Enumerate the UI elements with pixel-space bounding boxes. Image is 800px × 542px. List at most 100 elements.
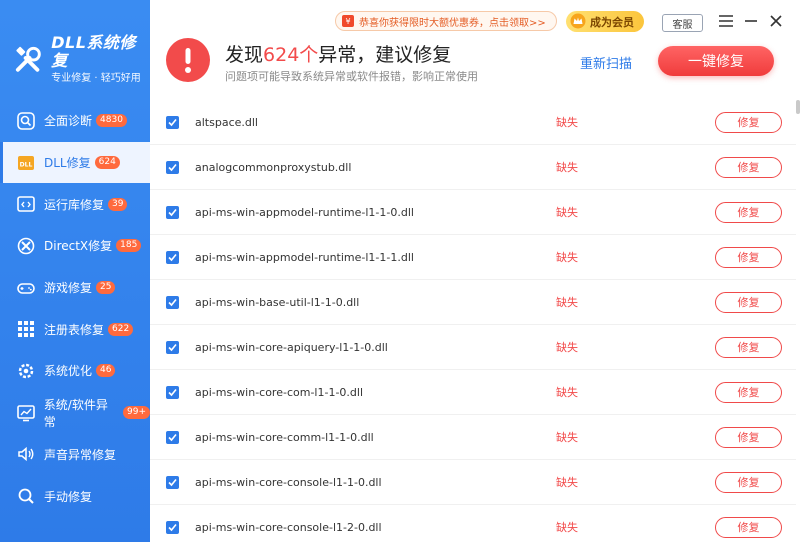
vip-button[interactable]: 成为会员 xyxy=(566,11,644,32)
file-name: api-ms-win-core-comm-l1-1-0.dll xyxy=(195,430,374,444)
count-badge: 4830 xyxy=(96,114,127,128)
file-name: api-ms-win-core-console-l1-1-0.dll xyxy=(195,475,382,489)
checkmark-icon xyxy=(168,433,177,441)
fix-button[interactable]: 修复 xyxy=(715,426,782,448)
scrollbar[interactable] xyxy=(796,100,800,542)
row-checkbox[interactable] xyxy=(166,520,179,534)
red-envelope-icon: ¥ xyxy=(342,15,354,27)
sidebar-item-label: 运行库修复 xyxy=(44,197,105,212)
fix-button[interactable]: 修复 xyxy=(715,291,782,313)
sidebar-item-software-exception[interactable]: 系统/软件异常 99+ xyxy=(0,392,150,434)
menu-icon xyxy=(719,15,733,27)
status-text: 缺失 xyxy=(556,476,578,489)
sidebar-item-label: DLL修复 xyxy=(44,156,91,171)
app-logo: DLL系统修复 专业修复 · 轻巧好用 xyxy=(12,34,150,86)
status-text: 缺失 xyxy=(556,341,578,354)
chart-icon xyxy=(16,403,36,423)
checkmark-icon xyxy=(168,478,177,486)
fix-button[interactable]: 修复 xyxy=(715,246,782,268)
table-row: api-ms-win-core-console-l1-1-0.dll 缺失 修复 xyxy=(150,460,796,505)
fix-button[interactable]: 修复 xyxy=(715,111,782,133)
headline-prefix: 发现 xyxy=(225,44,264,66)
status-text: 缺失 xyxy=(556,431,578,444)
table-row: api-ms-win-core-apiquery-l1-1-0.dll 缺失 修复 xyxy=(150,325,796,370)
file-name: api-ms-win-base-util-l1-1-0.dll xyxy=(195,295,360,309)
gear-icon xyxy=(16,361,36,381)
promo-text: 恭喜你获得限时大额优惠券，点击领取>> xyxy=(359,17,546,29)
sidebar-item-system-optimize[interactable]: 系统优化 46 xyxy=(0,350,150,392)
fix-button[interactable]: 修复 xyxy=(715,156,782,178)
sidebar-item-full-diagnosis[interactable]: 全面诊断 4830 xyxy=(0,100,150,142)
file-name: altspace.dll xyxy=(195,115,258,129)
status-text: 缺失 xyxy=(556,161,578,174)
svg-text:DLL: DLL xyxy=(20,161,33,168)
checkmark-icon xyxy=(168,163,177,171)
file-name: api-ms-win-core-com-l1-1-0.dll xyxy=(195,385,363,399)
speaker-icon xyxy=(16,444,36,464)
page-subtitle: 问题项可能导致系统异常或软件报错，影响正常使用 xyxy=(225,70,478,83)
sidebar-item-game-repair[interactable]: 游戏修复 25 xyxy=(0,267,150,309)
status-text: 缺失 xyxy=(556,521,578,534)
count-badge: 99+ xyxy=(123,406,150,420)
sidebar-item-label: DirectX修复 xyxy=(44,239,113,254)
sidebar-item-sound-repair[interactable]: 声音异常修复 xyxy=(0,434,150,476)
fix-all-button[interactable]: 一键修复 xyxy=(658,46,774,76)
row-checkbox[interactable] xyxy=(166,115,179,129)
sidebar-item-label: 注册表修复 xyxy=(44,322,105,337)
dll-icon: DLL xyxy=(16,153,36,173)
minimize-button[interactable] xyxy=(742,12,760,30)
fix-button[interactable]: 修复 xyxy=(715,516,782,538)
app-title: DLL系统修复 xyxy=(51,33,136,70)
checkmark-icon xyxy=(168,253,177,261)
close-icon xyxy=(770,15,782,27)
file-name: api-ms-win-appmodel-runtime-l1-1-0.dll xyxy=(195,205,414,219)
row-checkbox[interactable] xyxy=(166,430,179,444)
customer-service-button[interactable]: 客服 xyxy=(662,14,703,32)
row-checkbox[interactable] xyxy=(166,205,179,219)
page-title: 发现624个异常，建议修复 xyxy=(225,40,451,67)
sidebar-item-dll-repair[interactable]: DLL DLL修复 624 xyxy=(0,141,150,184)
row-checkbox[interactable] xyxy=(166,250,179,264)
file-name: analogcommonproxystub.dll xyxy=(195,160,352,174)
row-checkbox[interactable] xyxy=(166,475,179,489)
checkmark-icon xyxy=(168,298,177,306)
scroll-thumb[interactable] xyxy=(796,100,800,114)
row-checkbox[interactable] xyxy=(166,160,179,174)
file-name: api-ms-win-core-apiquery-l1-1-0.dll xyxy=(195,340,388,354)
status-text: 缺失 xyxy=(556,251,578,264)
wrench-screwdriver-icon xyxy=(15,46,41,72)
alert-icon xyxy=(166,38,210,82)
fix-button[interactable]: 修复 xyxy=(715,381,782,403)
row-checkbox[interactable] xyxy=(166,385,179,399)
table-row: api-ms-win-base-util-l1-1-0.dll 缺失 修复 xyxy=(150,280,796,325)
sidebar-item-manual-repair[interactable]: 手动修复 xyxy=(0,475,150,517)
directx-icon xyxy=(16,236,36,256)
sidebar-item-label: 全面诊断 xyxy=(44,114,93,129)
fix-button[interactable]: 修复 xyxy=(715,201,782,223)
sidebar-item-label: 游戏修复 xyxy=(44,281,93,296)
code-window-icon xyxy=(16,194,36,214)
table-row: api-ms-win-appmodel-runtime-l1-1-0.dll 缺失… xyxy=(150,190,796,235)
close-button[interactable] xyxy=(767,12,785,30)
sidebar-item-directx-repair[interactable]: DirectX修复 185 xyxy=(0,225,150,267)
checkmark-icon xyxy=(168,388,177,396)
fix-button[interactable]: 修复 xyxy=(715,471,782,493)
sidebar-item-label: 系统优化 xyxy=(44,364,93,379)
row-checkbox[interactable] xyxy=(166,295,179,309)
minimize-icon xyxy=(745,20,757,22)
crown-icon xyxy=(570,13,586,29)
rescan-link[interactable]: 重新扫描 xyxy=(580,53,632,72)
fix-button[interactable]: 修复 xyxy=(715,336,782,358)
status-text: 缺失 xyxy=(556,386,578,399)
row-checkbox[interactable] xyxy=(166,340,179,354)
checkmark-icon xyxy=(168,208,177,216)
sidebar-item-registry-repair[interactable]: 注册表修复 622 xyxy=(0,308,150,350)
promo-banner[interactable]: ¥ 恭喜你获得限时大额优惠券，点击领取>> xyxy=(335,11,557,31)
table-row: api-ms-win-core-console-l1-2-0.dll 缺失 修复 xyxy=(150,505,796,542)
sidebar-item-runtime-repair[interactable]: 运行库修复 39 xyxy=(0,183,150,225)
header: ¥ 恭喜你获得限时大额优惠券，点击领取>> 成为会员 客服 发现624个异常，建… xyxy=(150,0,800,100)
dll-list: altspace.dll 缺失 修复 analogcommonproxystub.dl… xyxy=(150,100,796,542)
menu-button[interactable] xyxy=(717,12,735,30)
gamepad-icon xyxy=(16,278,36,298)
status-text: 缺失 xyxy=(556,296,578,309)
